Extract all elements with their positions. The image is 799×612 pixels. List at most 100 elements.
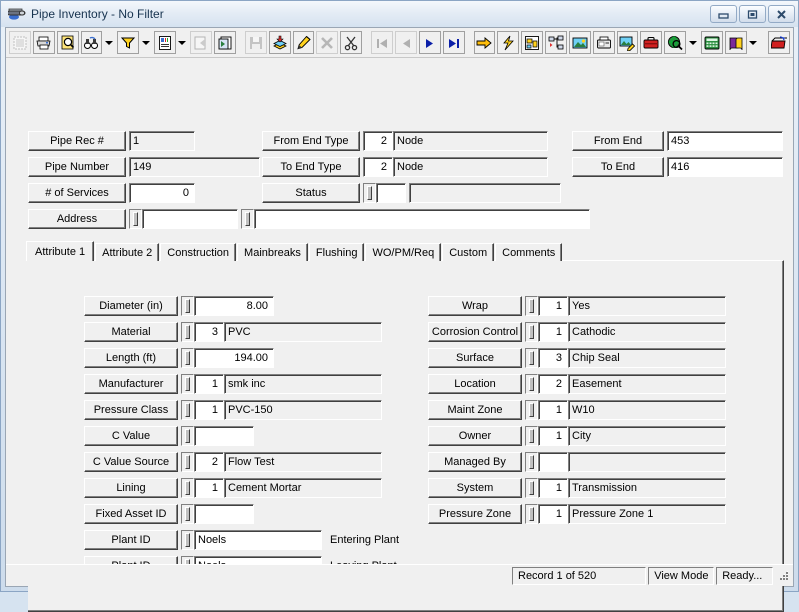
pressure-zone-code[interactable]: 1 <box>538 504 568 524</box>
first-record-button[interactable] <box>371 31 393 54</box>
last-record-button[interactable] <box>442 31 465 54</box>
help-dropdown[interactable] <box>747 31 760 54</box>
owner-code[interactable]: 1 <box>538 426 568 446</box>
address-input-2[interactable] <box>254 209 590 229</box>
lining-lookup-button[interactable] <box>181 478 194 498</box>
status-label[interactable]: Status <box>262 183 360 203</box>
from-end-type-code[interactable]: 2 <box>363 131 393 151</box>
exit-button[interactable] <box>768 31 791 54</box>
title-bar[interactable]: Pipe Inventory - No Filter <box>1 1 798 27</box>
system-code[interactable]: 1 <box>538 478 568 498</box>
to-end-input[interactable]: 416 <box>667 157 783 177</box>
owner-label[interactable]: Owner <box>428 426 522 446</box>
surface-code[interactable]: 3 <box>538 348 568 368</box>
fixed-asset-id-value[interactable] <box>194 504 254 524</box>
edit-record-button[interactable] <box>292 31 315 54</box>
c-value-lookup-button[interactable] <box>181 426 194 446</box>
pressure-class-code[interactable]: 1 <box>194 400 224 420</box>
goto-button[interactable] <box>473 31 496 54</box>
previous-record-button[interactable] <box>394 31 417 54</box>
from-end-type-label[interactable]: From End Type <box>262 131 360 151</box>
export-button[interactable] <box>190 31 213 54</box>
map-button[interactable] <box>521 31 544 54</box>
calculator-button[interactable] <box>700 31 723 54</box>
location-lookup-button[interactable] <box>525 374 538 394</box>
close-button[interactable] <box>768 5 795 23</box>
managed-by-code[interactable] <box>538 452 568 472</box>
material-label[interactable]: Material <box>84 322 178 342</box>
fixed-asset-id-lookup-button[interactable] <box>181 504 194 524</box>
wrap-label[interactable]: Wrap <box>428 296 522 316</box>
material-code[interactable]: 3 <box>194 322 224 342</box>
next-record-button[interactable] <box>418 31 441 54</box>
from-end-input[interactable]: 453 <box>667 131 783 151</box>
hierarchy-button[interactable] <box>545 31 567 54</box>
address-lookup-button-2[interactable] <box>241 209 254 229</box>
manufacturer-lookup-button[interactable] <box>181 374 194 394</box>
tab-comments[interactable]: Comments <box>495 243 563 261</box>
fax-button[interactable] <box>592 31 615 54</box>
tab-attribute-1[interactable]: Attribute 1 <box>26 241 95 261</box>
diameter-in-lookup-button[interactable] <box>181 296 194 316</box>
new-record-button[interactable] <box>9 31 31 54</box>
status-code[interactable] <box>376 183 406 203</box>
resize-grip[interactable] <box>775 568 791 584</box>
num-services-input[interactable]: 0 <box>129 183 195 203</box>
maximize-button[interactable] <box>739 5 766 23</box>
find-dropdown[interactable] <box>103 31 116 54</box>
tab-custom[interactable]: Custom <box>442 243 495 261</box>
filter-button[interactable] <box>117 31 139 54</box>
wrap-code[interactable]: 1 <box>538 296 568 316</box>
save-button[interactable] <box>244 31 267 54</box>
manufacturer-code[interactable]: 1 <box>194 374 224 394</box>
length-ft-lookup-button[interactable] <box>181 348 194 368</box>
pressure-class-label[interactable]: Pressure Class <box>84 400 178 420</box>
quick-action-button[interactable] <box>497 31 520 54</box>
owner-lookup-button[interactable] <box>525 426 538 446</box>
toolbox-button[interactable] <box>640 31 663 54</box>
location-label[interactable]: Location <box>428 374 522 394</box>
to-end-type-code[interactable]: 2 <box>363 157 393 177</box>
length-ft-label[interactable]: Length (ft) <box>84 348 178 368</box>
c-value-source-lookup-button[interactable] <box>181 452 194 472</box>
tab-attribute-2[interactable]: Attribute 2 <box>95 243 160 261</box>
pressure-class-lookup-button[interactable] <box>181 400 194 420</box>
surface-lookup-button[interactable] <box>525 348 538 368</box>
managed-by-lookup-button[interactable] <box>525 452 538 472</box>
corrosion-control-code[interactable]: 1 <box>538 322 568 342</box>
system-lookup-button[interactable] <box>525 478 538 498</box>
print-preview-button[interactable] <box>56 31 79 54</box>
location-code[interactable]: 2 <box>538 374 568 394</box>
pressure-zone-lookup-button[interactable] <box>525 504 538 524</box>
material-lookup-button[interactable] <box>181 322 194 342</box>
manufacturer-label[interactable]: Manufacturer <box>84 374 178 394</box>
pressure-zone-label[interactable]: Pressure Zone <box>428 504 522 524</box>
maint-zone-label[interactable]: Maint Zone <box>428 400 522 420</box>
report-button[interactable] <box>153 31 176 54</box>
c-value-label[interactable]: C Value <box>84 426 178 446</box>
plant-id-label[interactable]: Plant ID <box>84 530 178 550</box>
delete-record-button[interactable] <box>316 31 339 54</box>
corrosion-control-lookup-button[interactable] <box>525 322 538 342</box>
fixed-asset-id-label[interactable]: Fixed Asset ID <box>84 504 178 524</box>
c-value-source-code[interactable]: 2 <box>194 452 224 472</box>
pipe-number-label[interactable]: Pipe Number <box>28 157 126 177</box>
cut-button[interactable] <box>340 31 363 54</box>
wrap-lookup-button[interactable] <box>525 296 538 316</box>
diameter-in-value[interactable]: 8.00 <box>194 296 274 316</box>
pipe-rec-label[interactable]: Pipe Rec # <box>28 131 126 151</box>
add-record-button[interactable] <box>268 31 291 54</box>
tab-wo-pm-req[interactable]: WO/PM/Req <box>365 243 442 261</box>
plant-id-lookup-button[interactable] <box>181 530 194 550</box>
tab-construction[interactable]: Construction <box>160 243 237 261</box>
duplicate-record-button[interactable] <box>214 31 236 54</box>
maint-zone-lookup-button[interactable] <box>525 400 538 420</box>
lining-code[interactable]: 1 <box>194 478 224 498</box>
managed-by-label[interactable]: Managed By <box>428 452 522 472</box>
address-lookup-button-1[interactable] <box>129 209 142 229</box>
edit-image-button[interactable] <box>616 31 639 54</box>
web-search-button[interactable] <box>664 31 687 54</box>
minimize-button[interactable] <box>710 5 737 23</box>
tab-flushing[interactable]: Flushing <box>308 243 365 261</box>
find-button[interactable] <box>80 31 103 54</box>
